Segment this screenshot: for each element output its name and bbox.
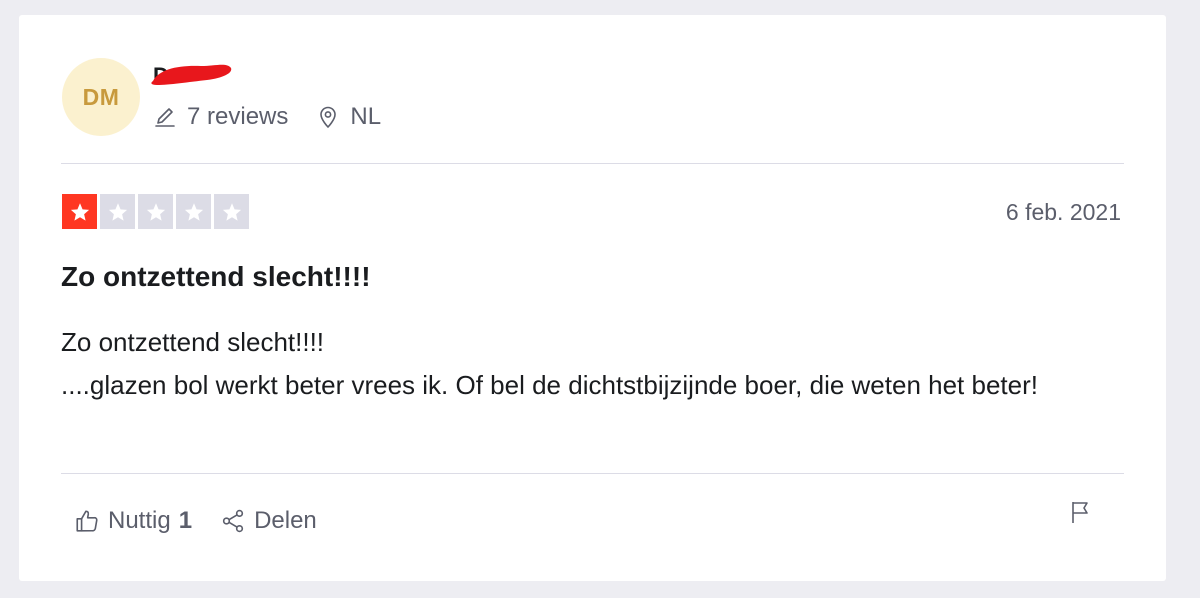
star-rating [62,194,252,229]
review-body-line: ....glazen bol werkt beter vrees ik. Of … [61,370,1038,400]
avatar[interactable]: DM [62,58,140,136]
avatar-initials: DM [82,83,120,110]
review-title[interactable]: Zo ontzettend slecht!!!! [61,261,371,293]
star-icon [70,202,89,221]
thumbs-up-icon [76,510,98,532]
review-date: 6 feb. 2021 [1005,199,1121,225]
redaction-mark [151,64,232,85]
location-pin-icon [320,106,337,129]
star-icon [184,202,203,221]
review-card: DM D 7 reviews NL [19,15,1166,581]
star-5 [214,194,249,229]
star-icon [146,202,165,221]
location-label: NL [350,103,382,130]
reviews-count[interactable]: 7 reviews [153,103,288,131]
star-icon [108,202,127,221]
share-button[interactable]: Delen [220,507,317,535]
review-body: Zo ontzettend slecht!!!! ....glazen bol … [61,321,1121,407]
star-icon [222,202,241,221]
reviewer-meta: 7 reviews NL [153,103,381,131]
useful-count: 1 [178,507,193,534]
reviews-count-label: 7 reviews [187,103,289,130]
report-button[interactable] [1068,499,1092,530]
share-label: Delen [254,507,317,534]
review-body-line: Zo ontzettend slecht!!!! [61,327,325,357]
star-1 [62,194,97,229]
useful-button[interactable]: Nuttig 1 [74,507,192,535]
star-3 [138,194,173,229]
star-2 [100,194,135,229]
star-4 [176,194,211,229]
divider [61,473,1124,474]
divider [61,163,1124,164]
useful-label: Nuttig [108,507,171,534]
pencil-icon [155,108,175,127]
reviewer-location: NL [316,103,381,131]
share-icon [222,509,244,533]
flag-icon [1072,502,1088,523]
review-actions: Nuttig 1 Delen [74,507,317,535]
